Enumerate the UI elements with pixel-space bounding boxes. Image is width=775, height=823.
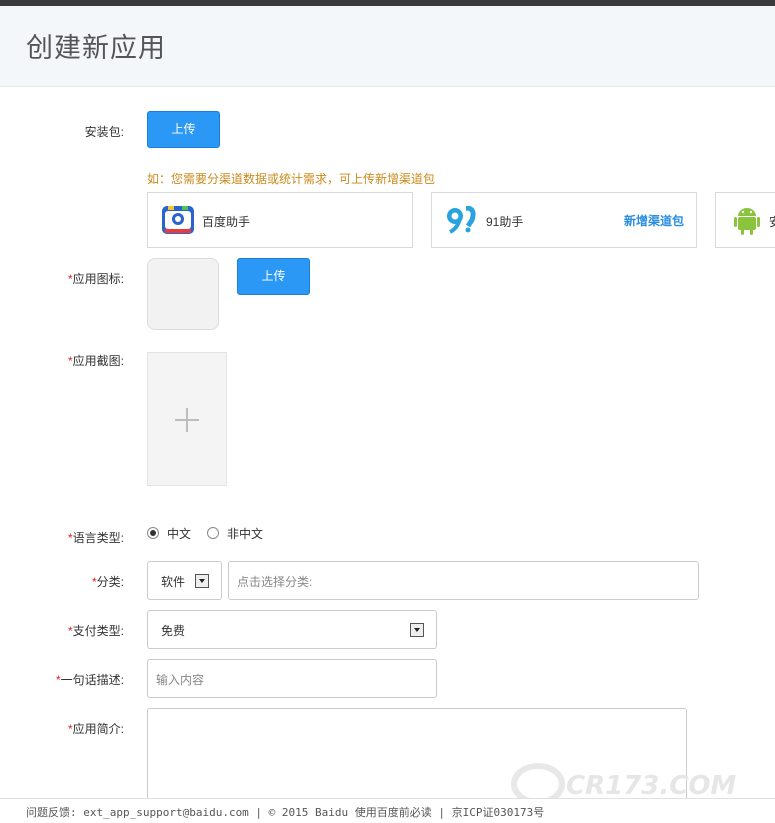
- channel-name: 91助手: [486, 215, 524, 229]
- chevron-down-icon: [195, 574, 209, 588]
- language-non-chinese-radio[interactable]: [207, 527, 219, 539]
- intro-label: *应用简介:: [67, 722, 124, 736]
- footer-text: 问题反馈: ext_app_support@baidu.com | © 2015…: [26, 806, 545, 819]
- svg-text:CR173.COM: CR173.COM: [566, 771, 736, 801]
- android-icon: [734, 208, 760, 235]
- category-label: *分类:: [91, 575, 124, 589]
- add-channel-package-link[interactable]: 新增渠道包: [624, 212, 684, 229]
- payment-type-select[interactable]: 免费: [147, 610, 437, 649]
- plus-icon: [175, 408, 199, 432]
- channel-card-91[interactable]: 91助手 新增渠道包: [431, 192, 697, 248]
- language-chinese-label: 中文: [167, 527, 192, 541]
- channel-name: 安: [769, 213, 775, 230]
- language-label: *语言类型:: [67, 531, 124, 545]
- page-footer: 问题反馈: ext_app_support@baidu.com | © 2015…: [0, 798, 775, 823]
- channel-name: 百度助手: [202, 215, 251, 229]
- language-non-chinese-label: 非中文: [227, 527, 264, 541]
- add-screenshot-box[interactable]: [147, 352, 227, 486]
- package-label: 安装包:: [84, 125, 124, 139]
- payment-type-value: 免费: [161, 624, 186, 638]
- category-type-select[interactable]: 软件: [147, 561, 222, 600]
- channel-hint: 如：您需要分渠道数据或统计需求，可上传新增渠道包: [147, 172, 436, 186]
- app-icon-label: *应用图标:: [67, 272, 124, 286]
- 91-assistant-icon: [447, 206, 476, 234]
- category-type-value: 软件: [161, 575, 186, 589]
- baidu-assistant-icon: [162, 206, 194, 234]
- page-header: 创建新应用: [0, 6, 775, 87]
- language-chinese-radio[interactable]: [147, 527, 159, 539]
- app-icon-preview: [147, 258, 219, 330]
- payment-label: *支付类型:: [67, 624, 124, 638]
- channel-card-android[interactable]: 安: [715, 192, 775, 248]
- page-title: 创建新应用: [26, 33, 166, 63]
- one-line-description-input[interactable]: 输入内容: [147, 659, 437, 698]
- screenshot-label: *应用截图:: [67, 354, 124, 368]
- one-line-label: *一句话描述:: [55, 673, 124, 687]
- category-picker-input[interactable]: 点击选择分类:: [228, 561, 699, 600]
- package-upload-button[interactable]: 上传: [147, 111, 220, 148]
- channel-card-baidu[interactable]: 百度助手: [147, 192, 413, 248]
- chevron-down-icon: [410, 623, 424, 637]
- app-icon-upload-button[interactable]: 上传: [237, 258, 310, 295]
